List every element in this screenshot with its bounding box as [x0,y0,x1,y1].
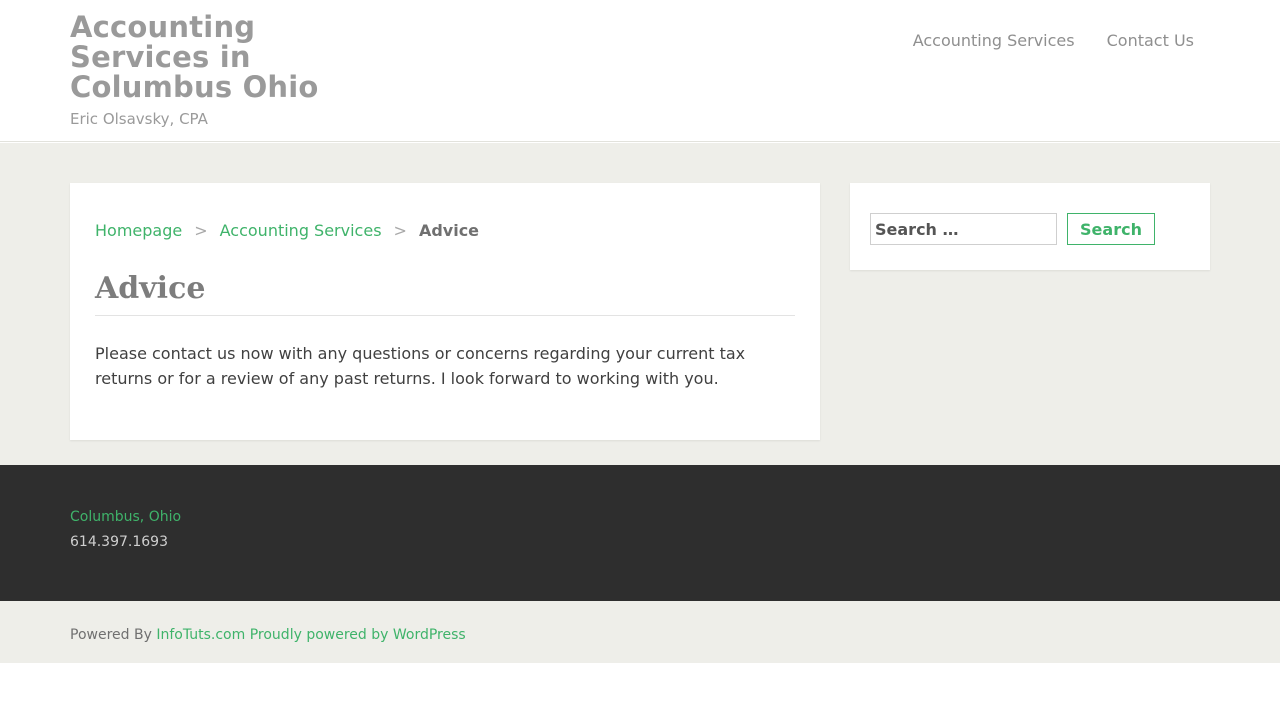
entry-content: Please contact us now with any questions… [95,344,746,388]
site-info: Powered By InfoTuts.com Proudly powered … [0,601,1280,663]
breadcrumb-accounting-services-link[interactable]: Accounting Services [220,221,382,240]
search-input[interactable] [870,213,1057,245]
footer-city-link[interactable]: Columbus, Ohio [70,509,181,525]
content-area: Homepage > Accounting Services > Advice … [0,143,1280,465]
search-button[interactable]: Search [1067,213,1155,245]
main-navigation: Accounting Services Contact Us [913,31,1194,50]
nav-item-accounting-services[interactable]: Accounting Services [913,31,1075,50]
breadcrumb-homepage-link[interactable]: Homepage [95,221,182,240]
site-info-text: Powered By InfoTuts.com Proudly powered … [70,627,466,643]
footer-phone: 614.397.1693 [70,534,168,550]
sidebar-search-widget: Search [850,183,1210,270]
main-content-card: Homepage > Accounting Services > Advice … [70,183,820,440]
footer-widgets: Columbus, Ohio 614.397.1693 [0,465,1280,601]
site-description: Eric Olsavsky, CPA [70,110,208,128]
breadcrumb-current: Advice [418,221,480,240]
nav-item-contact-us[interactable]: Contact Us [1107,31,1194,50]
breadcrumb-separator: > [393,221,407,240]
site-header: Accounting Services in Columbus Ohio Eri… [0,0,1280,142]
page-title: Advice [95,271,795,316]
wordpress-link[interactable]: Proudly powered by WordPress [250,627,466,643]
breadcrumb-separator: > [194,221,208,240]
breadcrumb: Homepage > Accounting Services > Advice [95,221,479,240]
site-title-link[interactable]: Accounting Services in Columbus Ohio [70,12,330,102]
powered-by-label: Powered By [70,627,152,643]
infotuts-link[interactable]: InfoTuts.com [156,627,245,643]
